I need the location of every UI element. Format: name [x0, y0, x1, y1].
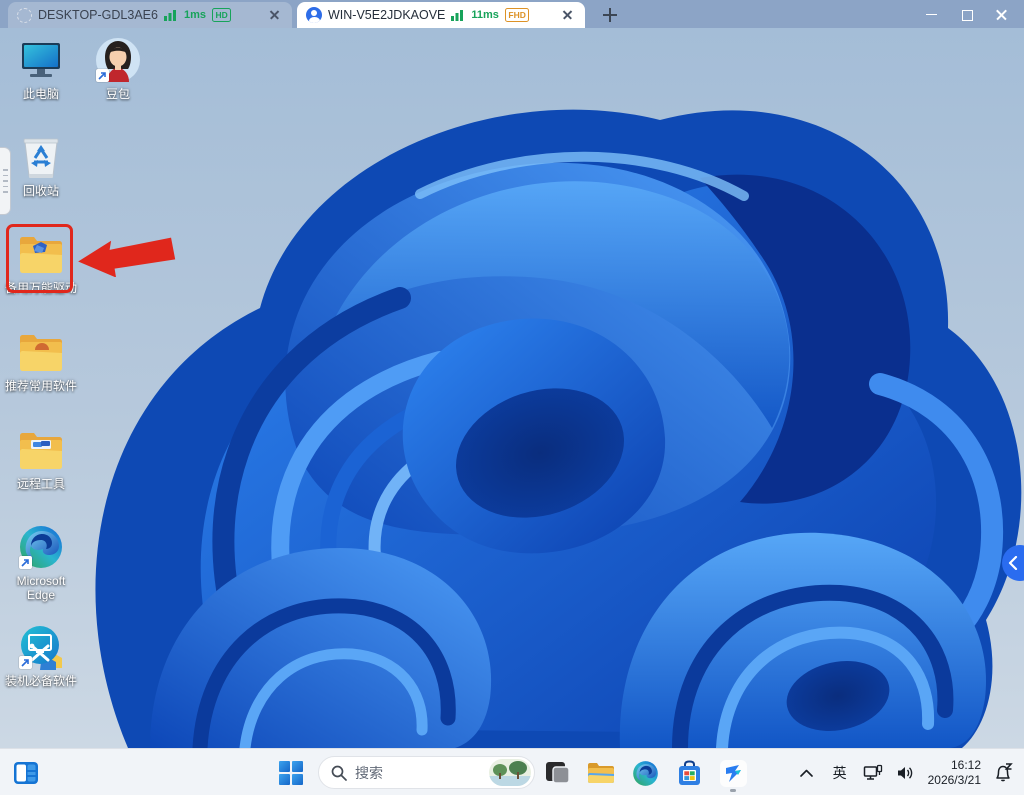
- microsoft-store-icon: [678, 759, 700, 785]
- desktop-icon-recommended-software-folder[interactable]: 推荐常用软件: [4, 328, 78, 393]
- pinned-app-desktop-manager[interactable]: [537, 753, 577, 793]
- notification-center-button[interactable]: [990, 754, 1016, 792]
- dark-squares-app-icon: [545, 761, 570, 784]
- edge-taskbar-button[interactable]: [625, 753, 665, 793]
- shortcut-arrow-icon: [19, 656, 32, 669]
- doubao-avatar-icon: [94, 36, 142, 84]
- taskbar: 搜索 英 16:12 2026/3/21: [0, 748, 1024, 795]
- folder-tools-icon: [17, 426, 65, 474]
- search-highlight-thumbnail: [489, 759, 531, 786]
- clock[interactable]: 16:12 2026/3/21: [926, 754, 983, 792]
- pc-setup-tools-icon: [17, 623, 65, 671]
- signal-bars-icon: [451, 10, 464, 21]
- icon-label: 此电脑: [22, 87, 59, 101]
- close-tab-icon[interactable]: [267, 7, 283, 23]
- annotation-arrow: [78, 237, 176, 277]
- session-tab-desktop-gdl3ae6[interactable]: DESKTOP-GDL3AE6 1ms HD: [8, 2, 292, 28]
- system-tray: 英 16:12 2026/3/21: [794, 749, 1016, 795]
- chevron-up-icon: [800, 769, 813, 777]
- running-indicator: [730, 789, 736, 792]
- latency-value: 1ms: [183, 9, 206, 21]
- microsoft-store-button[interactable]: [669, 753, 709, 793]
- search-placeholder: 搜索: [355, 764, 383, 781]
- widgets-icon: [14, 762, 38, 784]
- bell-dnd-icon: [996, 762, 1013, 781]
- desktop-icon-this-pc[interactable]: 此电脑: [4, 36, 78, 101]
- new-tab-plus-icon[interactable]: [599, 4, 621, 26]
- edge-browser-icon: [17, 523, 65, 571]
- file-explorer-button[interactable]: [581, 753, 621, 793]
- tab-name: DESKTOP-GDL3AE6: [38, 8, 158, 22]
- session-tab-win-v5e2jdkaove[interactable]: WIN-V5E2JDKAOVE 11ms FHD: [297, 2, 585, 28]
- icon-label: 回收站: [22, 184, 59, 198]
- icon-label: Microsoft Edge: [16, 574, 66, 602]
- volume-status[interactable]: [893, 754, 919, 792]
- desktop-icon-microsoft-edge[interactable]: Microsoft Edge: [4, 523, 78, 602]
- date-label: 2026/3/21: [927, 772, 981, 787]
- tray-overflow-button[interactable]: [794, 754, 820, 792]
- chevron-left-icon: [1008, 556, 1018, 570]
- icon-label: 豆包: [105, 87, 130, 101]
- recycle-bin-icon: [17, 133, 65, 181]
- user-avatar-icon: [306, 7, 322, 23]
- monitor-icon: [17, 36, 65, 84]
- shortcut-arrow-icon: [96, 69, 109, 82]
- speaker-icon: [898, 766, 913, 779]
- maximize-icon[interactable]: [960, 8, 973, 21]
- ime-indicator[interactable]: 英: [827, 754, 853, 792]
- annotation-highlight-box: [6, 224, 73, 293]
- file-explorer-icon: [588, 763, 614, 783]
- placeholder-avatar-icon: [17, 7, 32, 23]
- taskbar-search-box[interactable]: 搜索: [318, 756, 535, 789]
- latency-value: 11ms: [471, 9, 499, 21]
- desktop-icon-remote-tools-folder[interactable]: 远程工具: [4, 426, 78, 491]
- desktop-icon-recycle-bin[interactable]: 回收站: [4, 133, 78, 198]
- minimize-icon[interactable]: [925, 8, 938, 21]
- windows-logo-icon: [279, 761, 303, 785]
- remote-desktop-viewport: 此电脑 豆包 回收站 备用万能驱动 推荐常用软件 远程工具 Microsoft …: [0, 28, 1024, 748]
- quality-badge: FHD: [504, 8, 530, 22]
- close-window-icon[interactable]: [995, 8, 1008, 21]
- ethernet-network-icon: [863, 764, 882, 780]
- widgets-button[interactable]: [6, 753, 46, 793]
- tab-name: WIN-V5E2JDKAOVE: [328, 8, 446, 22]
- windows11-bloom-wallpaper: [0, 28, 1024, 748]
- network-status[interactable]: [860, 754, 886, 792]
- icon-label: 推荐常用软件: [4, 379, 77, 393]
- signal-bars-icon: [163, 10, 176, 21]
- ime-mode-label: 英: [832, 764, 847, 781]
- titlebar: DESKTOP-GDL3AE6 1ms HD WIN-V5E2JDKAOVE 1…: [0, 0, 1024, 28]
- icon-label: 远程工具: [16, 477, 65, 491]
- start-button[interactable]: [271, 753, 311, 793]
- remote-control-app-icon: [719, 759, 747, 787]
- remote-desktop-window: DESKTOP-GDL3AE6 1ms HD WIN-V5E2JDKAOVE 1…: [0, 0, 1024, 795]
- icon-label: 装机必备软件: [4, 674, 77, 688]
- edge-browser-icon: [632, 760, 658, 786]
- search-icon: [331, 765, 347, 781]
- folder-icon: [17, 328, 65, 376]
- remote-app-button-running[interactable]: [713, 753, 753, 793]
- desktop-icon-doubao[interactable]: 豆包: [81, 36, 155, 101]
- desktop-icon-essential-software[interactable]: 装机必备软件: [4, 623, 78, 688]
- quality-badge: HD: [211, 8, 232, 22]
- shortcut-arrow-icon: [19, 556, 32, 569]
- time-label: 16:12: [950, 757, 981, 772]
- close-tab-icon[interactable]: [560, 7, 576, 23]
- window-controls: [909, 0, 1024, 28]
